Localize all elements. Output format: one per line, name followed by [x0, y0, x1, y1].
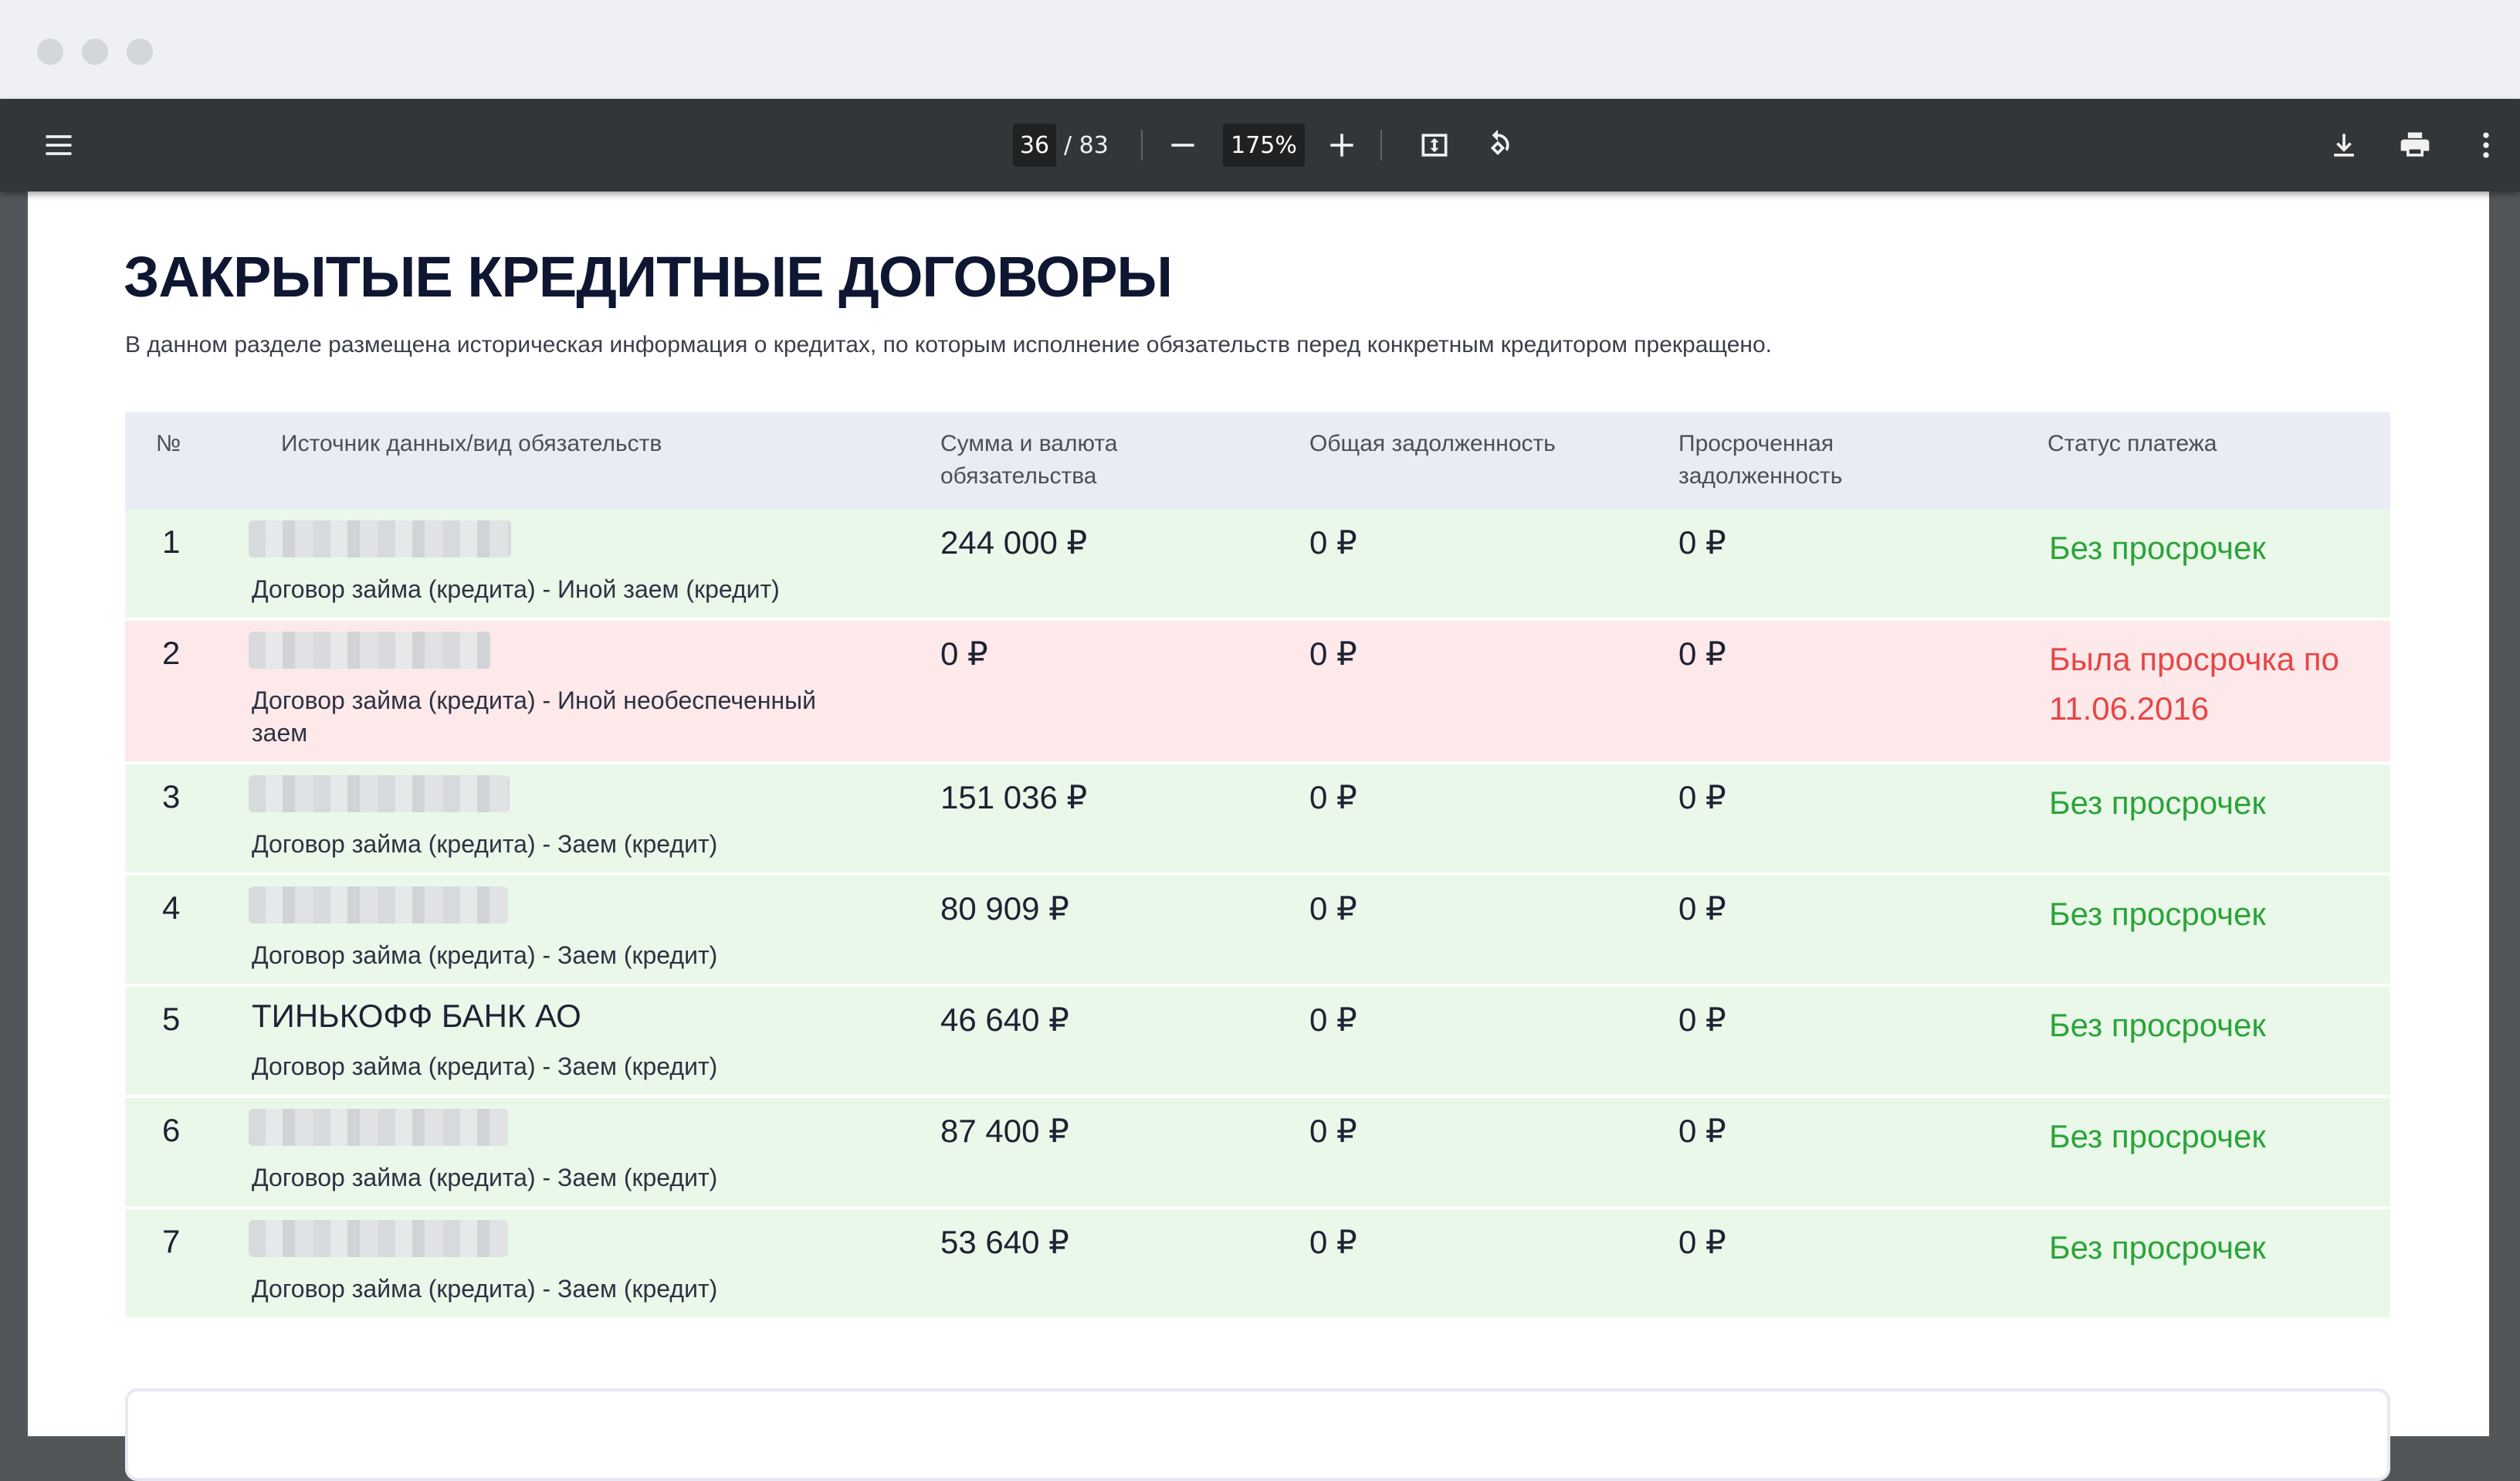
- redacted-source: [249, 775, 510, 812]
- table-row: 5 ТИНЬКОФФ БАНК АО Договор займа (кредит…: [125, 987, 2390, 1098]
- payment-status: Без просрочек: [2049, 1229, 2266, 1266]
- row-number: 1: [162, 524, 181, 560]
- download-icon[interactable]: [2325, 127, 2362, 164]
- total-debt: 0 ₽: [1309, 1224, 1357, 1260]
- column-amount: Сумма и валюта обязательства: [940, 431, 1118, 489]
- payment-status: Без просрочек: [2049, 1118, 2266, 1154]
- table-row: 6 Договор займа (кредита) - Заем (кредит…: [125, 1098, 2390, 1209]
- table-row: 3 Договор займа (кредита) - Заем (кредит…: [125, 764, 2390, 876]
- table-row: 4 Договор займа (кредита) - Заем (кредит…: [125, 876, 2390, 987]
- obligation-amount: 244 000 ₽: [940, 524, 1088, 561]
- overdue-debt: 0 ₽: [1678, 1224, 1726, 1260]
- row-number: 7: [162, 1223, 181, 1259]
- section-description: В данном разделе размещена историческая …: [125, 332, 1773, 358]
- obligation-amount: 87 400 ₽: [940, 1113, 1069, 1149]
- overdue-debt: 0 ₽: [1678, 1113, 1726, 1149]
- minimize-window-button[interactable]: [82, 39, 108, 65]
- payment-status: Без просрочек: [2049, 530, 2266, 566]
- plus-icon[interactable]: [1323, 127, 1360, 164]
- overdue-debt: 0 ₽: [1678, 779, 1726, 815]
- obligation-type: Договор займа (кредита) - Заем (кредит): [252, 830, 718, 858]
- obligation-type: Договор займа (кредита) - Заем (кредит): [252, 941, 718, 969]
- payment-status: Была просрочка по 11.06.2016: [2049, 641, 2339, 727]
- payment-status: Без просрочек: [2049, 785, 2266, 821]
- redacted-source: [249, 1109, 508, 1146]
- obligation-type: Договор займа (кредита) - Иной необеспеч…: [252, 686, 817, 747]
- maximize-window-button[interactable]: [127, 39, 153, 65]
- page-total-label: / 83: [1064, 131, 1109, 159]
- row-number: 3: [162, 778, 181, 815]
- table-row: 1 Договор займа (кредита) - Иной заем (к…: [125, 510, 2390, 621]
- obligation-amount: 80 909 ₽: [940, 890, 1069, 927]
- redacted-source: [249, 520, 511, 557]
- column-number: №: [156, 431, 181, 456]
- print-icon[interactable]: [2396, 127, 2434, 164]
- overdue-debt: 0 ₽: [1678, 1001, 1726, 1038]
- table-row: 2 Договор займа (кредита) - Иной необесп…: [125, 621, 2390, 764]
- payment-status: Без просрочек: [2049, 896, 2266, 932]
- section-title: ЗАКРЫТЫЕ КРЕДИТНЫЕ ДОГОВОРЫ: [124, 245, 1173, 309]
- rotate-icon[interactable]: [1479, 127, 1516, 164]
- total-debt: 0 ₽: [1309, 524, 1357, 561]
- table-row: 7 Договор займа (кредита) - Заем (кредит…: [125, 1209, 2390, 1317]
- total-debt: 0 ₽: [1309, 1001, 1357, 1038]
- column-source: Источник данных/вид обязательств: [281, 431, 662, 456]
- table-header: № Источник данных/вид обязательств Сумма…: [125, 412, 2390, 510]
- pdf-viewer[interactable]: ЗАКРЫТЫЕ КРЕДИТНЫЕ ДОГОВОРЫ В данном раз…: [0, 191, 2520, 1481]
- total-debt: 0 ₽: [1309, 890, 1357, 927]
- row-number: 4: [162, 890, 181, 926]
- column-status: Статус платежа: [2048, 431, 2217, 456]
- obligation-type: Договор займа (кредита) - Заем (кредит): [252, 1052, 718, 1080]
- obligation-amount: 151 036 ₽: [940, 779, 1088, 815]
- credit-contracts-table: № Источник данных/вид обязательств Сумма…: [125, 412, 2390, 1317]
- overdue-debt: 0 ₽: [1678, 890, 1726, 927]
- redacted-source: [249, 886, 508, 924]
- obligation-type: Договор займа (кредита) - Заем (кредит): [252, 1275, 718, 1303]
- column-overdue-debt: Просроченная задолженность: [1678, 431, 1843, 489]
- pdf-page: ЗАКРЫТЫЕ КРЕДИТНЫЕ ДОГОВОРЫ В данном раз…: [28, 191, 2489, 1481]
- obligation-amount: 53 640 ₽: [940, 1224, 1069, 1260]
- total-debt: 0 ₽: [1309, 635, 1357, 672]
- page-number-input[interactable]: 36: [1013, 124, 1056, 167]
- overdue-debt: 0 ₽: [1678, 635, 1726, 672]
- creditor-name: ТИНЬКОФФ БАНК АО: [252, 998, 581, 1034]
- obligation-type: Договор займа (кредита) - Заем (кредит): [252, 1164, 718, 1191]
- zoom-level-input[interactable]: 175%: [1223, 124, 1305, 167]
- total-debt: 0 ₽: [1309, 1113, 1357, 1149]
- obligation-amount: 0 ₽: [940, 635, 988, 672]
- total-debt: 0 ₽: [1309, 779, 1357, 815]
- toolbar-divider: [1141, 130, 1143, 161]
- row-number: 5: [162, 1001, 181, 1037]
- hamburger-icon[interactable]: [40, 127, 77, 164]
- payment-status: Без просрочек: [2049, 1007, 2266, 1043]
- obligation-amount: 46 640 ₽: [940, 1001, 1069, 1038]
- redacted-source: [249, 1220, 508, 1257]
- window-titlebar: [0, 0, 2520, 99]
- row-number: 6: [162, 1112, 181, 1148]
- redacted-source: [249, 632, 491, 669]
- next-section-card: [125, 1388, 2390, 1481]
- row-number: 2: [162, 635, 181, 671]
- overdue-debt: 0 ₽: [1678, 524, 1726, 561]
- toolbar-divider: [1380, 130, 1382, 161]
- pdf-toolbar: 36 / 83 175%: [0, 99, 2520, 191]
- fit-page-icon[interactable]: [1416, 127, 1453, 164]
- column-total-debt: Общая задолженность: [1309, 431, 1556, 456]
- more-vert-icon[interactable]: [2468, 127, 2505, 164]
- close-window-button[interactable]: [37, 39, 63, 65]
- minus-icon[interactable]: [1164, 127, 1201, 164]
- obligation-type: Договор займа (кредита) - Иной заем (кре…: [252, 575, 780, 603]
